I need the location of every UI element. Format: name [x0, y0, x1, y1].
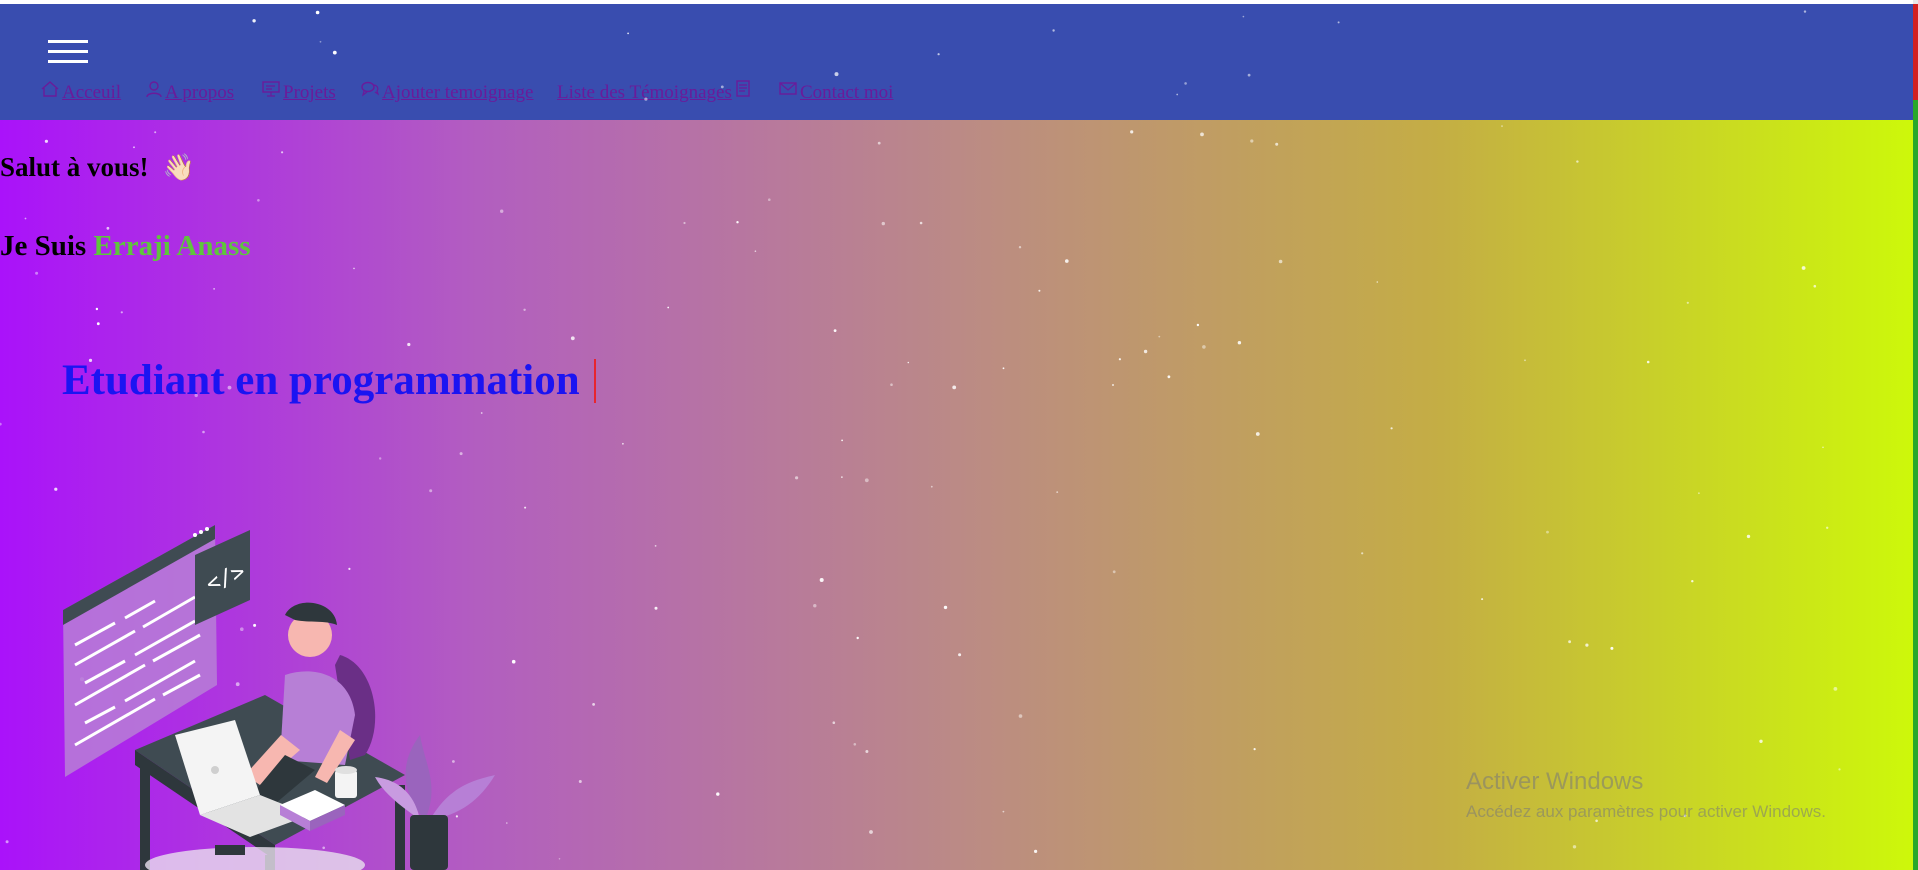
windows-activation-watermark: Activer Windows Accédez aux paramètres p… — [1466, 768, 1826, 822]
nav-link-a-propos[interactable]: A propos — [145, 81, 235, 104]
nav-link-label: Projets — [283, 82, 336, 103]
user-icon — [146, 81, 162, 98]
waving-hand-icon: 👋🏻 — [162, 152, 195, 182]
scrollbar-thumb[interactable] — [1913, 100, 1918, 870]
intro-prefix: Je Suis — [0, 230, 87, 262]
page: Acceuil A propos Projets Ajouter temoign… — [0, 0, 1913, 870]
nav-link-ajouter-temoignage[interactable]: Ajouter temoignage — [360, 81, 534, 104]
nav-link-liste-temoignages[interactable]: Liste des Témoignages — [557, 80, 754, 104]
typed-title-text: Etudiant en programmation — [62, 357, 580, 404]
person-name: Erraji Anass — [93, 230, 251, 262]
watermark-subtitle: Accédez aux paramètres pour activer Wind… — [1466, 802, 1826, 821]
chat-bubbles-icon — [361, 81, 380, 97]
nav-link-label: A propos — [165, 82, 235, 103]
nav-link-projets[interactable]: Projets — [261, 81, 336, 104]
nav-link-contact-moi[interactable]: Contact moi — [778, 82, 893, 104]
typing-caret — [593, 358, 596, 403]
document-list-icon — [736, 80, 750, 97]
greeting-heading: Salut à vous! 👋🏻 — [0, 152, 195, 183]
envelope-icon — [779, 82, 797, 95]
nav-link-acceuil[interactable]: Acceuil — [40, 81, 122, 104]
presentation-icon — [262, 81, 280, 97]
home-icon — [41, 81, 59, 97]
top-navbar: Acceuil A propos Projets Ajouter temoign… — [0, 4, 1913, 120]
greeting-text: Salut à vous! — [0, 152, 149, 182]
hamburger-menu-icon[interactable] — [48, 40, 88, 66]
watermark-title: Activer Windows — [1466, 768, 1644, 795]
nav-link-label: Ajouter temoignage — [382, 82, 534, 103]
plant-illustration — [375, 735, 495, 870]
typed-title: Etudiant en programmation — [62, 356, 596, 405]
scrollbar-marker-top[interactable] — [1913, 4, 1918, 100]
nav-link-label: Liste des Témoignages — [557, 82, 732, 103]
coffee-cup-illustration — [335, 770, 357, 798]
nav-link-label: Contact moi — [800, 82, 894, 103]
nav-link-label: Acceuil — [62, 82, 122, 103]
developer-at-desk-illustration: </> — [63, 525, 495, 870]
intro-heading: Je Suis Erraji Anass — [0, 230, 251, 263]
